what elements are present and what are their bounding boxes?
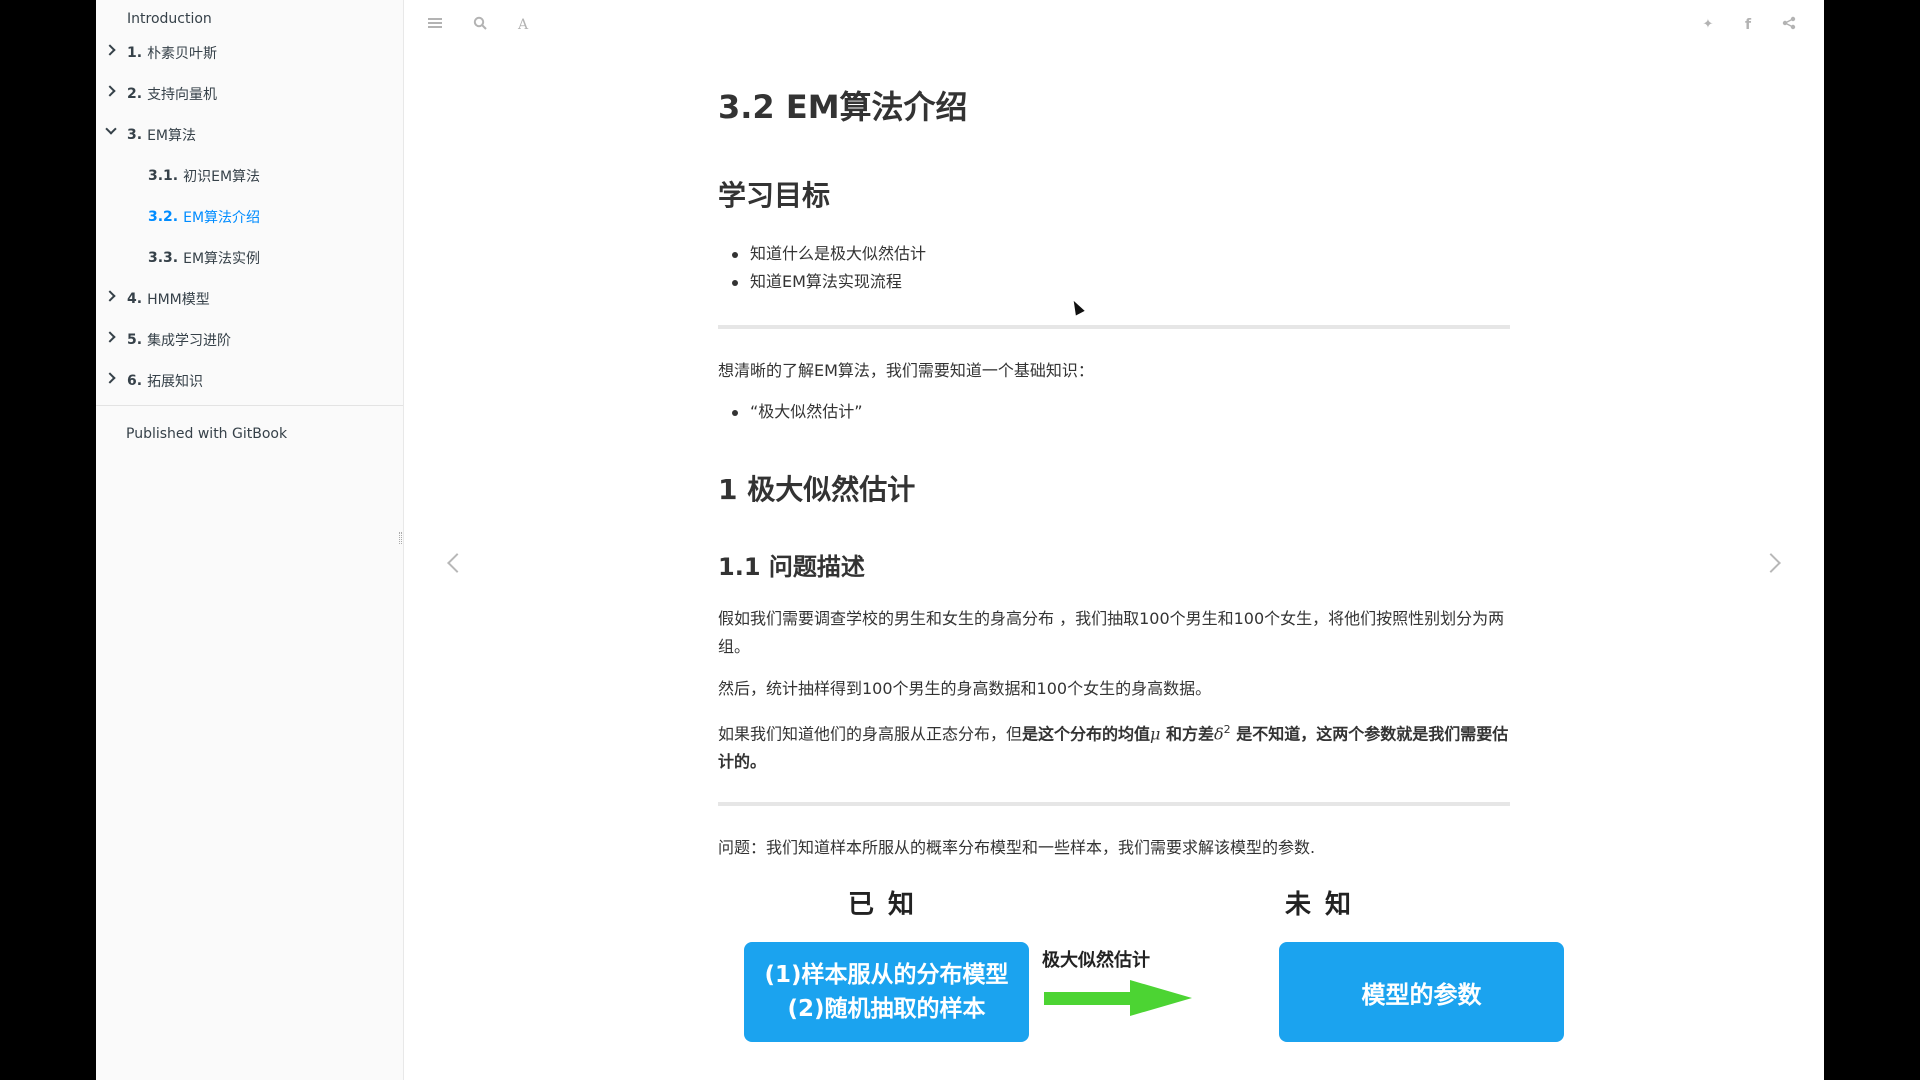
font-settings-icon[interactable]: A — [514, 16, 532, 34]
sidebar-item-em-example[interactable]: 3.3. EM算法实例 — [96, 237, 403, 278]
sidebar-divider — [96, 405, 403, 406]
table-of-contents: Introduction 1. 朴素贝叶斯 2. 支持向量机 3. EM算法 3… — [96, 0, 403, 401]
previous-page-arrow-icon[interactable] — [447, 553, 467, 573]
unknown-box-label: 模型的参数 — [1361, 980, 1482, 1009]
facebook-icon[interactable]: f — [1739, 16, 1757, 34]
sidebar-item-label: 拓展知识 — [147, 373, 204, 390]
sidebar-item-number: 3.1. — [148, 167, 179, 184]
section-heading-problem: 1.1 问题描述 — [718, 553, 865, 581]
paragraph: 然后，统计抽样得到100个男生的身高数据和100个女生的身高数据。 — [718, 679, 1212, 698]
toolbar: A ✦ f — [404, 0, 1824, 50]
sidebar-item-em[interactable]: 3. EM算法 — [96, 114, 403, 155]
sidebar-item-hmm[interactable]: 4. HMM模型 — [96, 278, 403, 319]
mouse-cursor-icon — [1069, 298, 1085, 316]
sidebar-item-label: HMM模型 — [147, 291, 210, 308]
sidebar: Introduction 1. 朴素贝叶斯 2. 支持向量机 3. EM算法 3… — [96, 0, 404, 1080]
chevron-right-icon[interactable] — [104, 85, 116, 97]
list-item: 知道EM算法实现流程 — [730, 268, 926, 296]
sidebar-item-ensemble[interactable]: 5. 集成学习进阶 — [96, 319, 403, 360]
share-icon[interactable] — [1780, 16, 1798, 34]
sidebar-item-number: 6. — [127, 372, 143, 389]
sidebar-item-number: 1. — [127, 44, 143, 61]
sidebar-item-svm[interactable]: 2. 支持向量机 — [96, 73, 403, 114]
sidebar-item-em-intro-first[interactable]: 3.1. 初识EM算法 — [96, 155, 403, 196]
question-paragraph: 问题：我们知道样本所服从的概率分布模型和一些样本，我们需要求解该模型的参数. — [718, 838, 1316, 857]
learning-goals-list: 知道什么是极大似然估计 知道EM算法实现流程 — [730, 240, 926, 296]
unknown-box: 模型的参数 — [1279, 942, 1564, 1042]
sidebar-item-label: 朴素贝叶斯 — [147, 45, 218, 62]
sidebar-item-label: 初识EM算法 — [183, 168, 261, 185]
chevron-right-icon[interactable] — [104, 372, 116, 384]
twitter-icon[interactable]: ✦ — [1699, 16, 1717, 34]
list-item: 知道什么是极大似然估计 — [730, 240, 926, 268]
chevron-right-icon[interactable] — [104, 290, 116, 302]
unknown-label: 未知 — [1285, 890, 1366, 920]
sidebar-item-em-introduction-active[interactable]: 3.2. EM算法介绍 — [96, 196, 403, 237]
sidebar-item-label: EM算法 — [147, 127, 196, 144]
bold-text: 和方差 — [1160, 724, 1215, 744]
sidebar-item-number: 2. — [127, 85, 143, 102]
sidebar-item-label: EM算法介绍 — [183, 209, 261, 226]
sidebar-item-number: 3.2. — [148, 208, 179, 225]
sidebar-item-number: 5. — [127, 331, 143, 348]
sidebar-item-label: 支持向量机 — [147, 86, 218, 103]
divider — [718, 325, 1510, 329]
sidebar-item-extension[interactable]: 6. 拓展知识 — [96, 360, 403, 401]
known-label: 已知 — [848, 890, 929, 920]
intro-list: “极大似然估计” — [730, 398, 863, 426]
chevron-down-icon[interactable] — [105, 123, 117, 135]
arrow-right-icon — [1044, 980, 1192, 1016]
sidebar-item-label: 集成学习进阶 — [147, 332, 232, 349]
math-delta: δ — [1214, 724, 1224, 744]
sidebar-resize-handle[interactable] — [399, 532, 402, 544]
menu-icon[interactable] — [426, 16, 444, 34]
sidebar-item-naive-bayes[interactable]: 1. 朴素贝叶斯 — [96, 32, 403, 73]
known-line-1: (1)样本服从的分布模型 — [764, 962, 1009, 988]
divider — [718, 802, 1510, 806]
paragraph: 假如我们需要调查学校的男生和女生的身高分布 ，我们抽取100个男生和100个女生… — [718, 609, 1505, 656]
search-icon[interactable] — [471, 16, 489, 34]
gitbook-window: Introduction 1. 朴素贝叶斯 2. 支持向量机 3. EM算法 3… — [96, 0, 1824, 1080]
page-title: 3.2 EM算法介绍 — [718, 88, 968, 126]
sidebar-item-number: 4. — [127, 290, 143, 307]
known-box: (1)样本服从的分布模型 (2)随机抽取的样本 — [744, 942, 1029, 1042]
chevron-right-icon[interactable] — [104, 44, 116, 56]
sidebar-item-number: 3.3. — [148, 249, 179, 266]
sidebar-item-introduction[interactable]: Introduction — [96, 6, 403, 32]
math-mu: μ — [1150, 724, 1161, 744]
bold-text: 是这个分布的均值 — [1022, 724, 1151, 744]
next-page-arrow-icon[interactable] — [1761, 553, 1781, 573]
text-span: 如果我们知道他们的身高服从正态分布，但 — [718, 724, 1023, 744]
published-with-gitbook-link[interactable]: Published with GitBook — [96, 416, 403, 452]
learning-goals-heading: 学习目标 — [718, 179, 831, 212]
list-item: “极大似然估计” — [730, 398, 863, 426]
section-heading-mle: 1 极大似然估计 — [718, 473, 916, 506]
sidebar-item-number: 3. — [127, 126, 143, 143]
math-superscript: 2 — [1223, 723, 1231, 736]
known-line-2: (2)随机抽取的样本 — [787, 996, 986, 1022]
chevron-right-icon[interactable] — [104, 331, 116, 343]
paragraph: 如果我们知道他们的身高服从正态分布，但是这个分布的均值μ 和方差δ2 是不知道，… — [718, 716, 1510, 776]
sidebar-item-label: EM算法实例 — [183, 250, 261, 267]
arrow-label: 极大似然估计 — [1042, 950, 1150, 971]
sidebar-item-label: Introduction — [127, 11, 212, 27]
intro-paragraph: 想清晰的了解EM算法，我们需要知道一个基础知识： — [718, 361, 1094, 380]
